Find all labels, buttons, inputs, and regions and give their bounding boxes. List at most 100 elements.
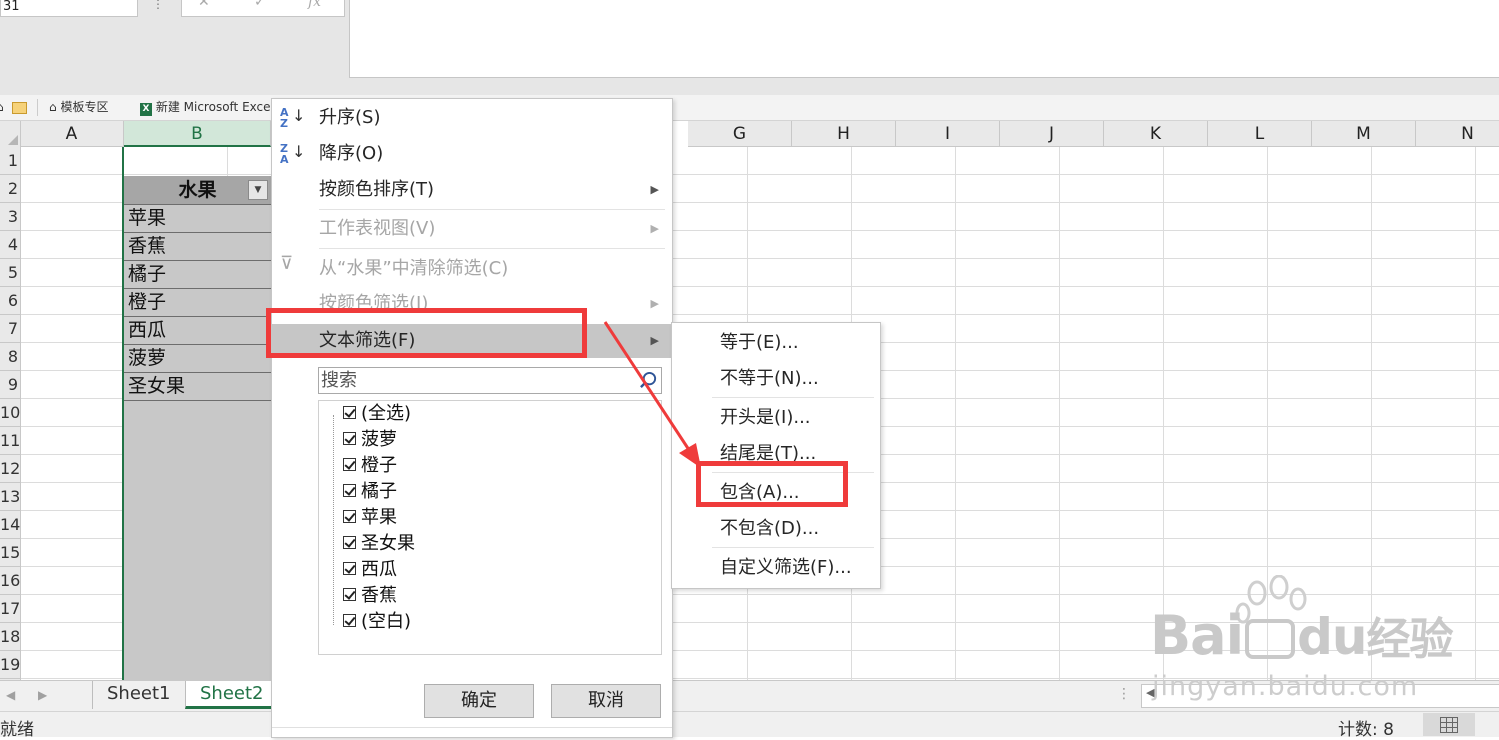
col-header-n[interactable]: N: [1416, 121, 1499, 147]
checkbox-checked-icon[interactable]: [343, 561, 356, 575]
menu-separator: [319, 248, 665, 249]
grid-view-icon: [1440, 717, 1458, 733]
checklist-item[interactable]: 橘子: [329, 479, 397, 505]
house-icon: ⌂: [49, 100, 57, 114]
col-header-l[interactable]: L: [1208, 121, 1312, 147]
row-header[interactable]: 4: [0, 231, 20, 259]
submenu-arrow-icon: ▶: [650, 297, 659, 310]
submenu-arrow-icon: ▶: [650, 183, 659, 196]
row-header[interactable]: 8: [0, 343, 20, 371]
bookmark-template[interactable]: ⌂ 模板专区: [49, 99, 108, 116]
name-box[interactable]: 31: [0, 0, 138, 17]
splitter-dots[interactable]: ⋮: [152, 0, 164, 10]
table-cell[interactable]: 西瓜: [128, 316, 166, 344]
checkbox-checked-icon[interactable]: [343, 457, 356, 471]
search-input[interactable]: [321, 369, 631, 392]
row-header[interactable]: 9: [0, 371, 20, 399]
checkbox-checked-icon[interactable]: [343, 587, 356, 601]
row-header[interactable]: 11: [0, 427, 20, 455]
col-header-a[interactable]: A: [20, 121, 124, 147]
row-header[interactable]: 14: [0, 511, 20, 539]
col-header-h[interactable]: H: [792, 121, 896, 147]
enter-icon[interactable]: ✓: [254, 0, 266, 10]
menu-separator: [712, 397, 874, 398]
menu-item-sort-descending[interactable]: Z A ↓ 降序(O): [272, 137, 672, 171]
watermark-url: jingyan.baidu.com: [1152, 671, 1419, 702]
row-header[interactable]: 19: [0, 651, 20, 679]
cell-border: [124, 400, 271, 401]
row-header[interactable]: 15: [0, 539, 20, 567]
row-header[interactable]: 2: [0, 175, 20, 203]
selection-border: [122, 147, 124, 680]
row-header[interactable]: 7: [0, 315, 20, 343]
row-header[interactable]: 12: [0, 455, 20, 483]
col-header-g[interactable]: G: [688, 121, 792, 147]
table-cell[interactable]: 苹果: [128, 204, 166, 232]
checkbox-checked-icon[interactable]: [343, 431, 356, 445]
row-header[interactable]: 17: [0, 595, 20, 623]
checkbox-checked-icon[interactable]: [343, 405, 356, 419]
tab-sheet2[interactable]: Sheet2: [185, 681, 278, 709]
col-header-m[interactable]: M: [1312, 121, 1416, 147]
menu-item-sheet-view: 工作表视图(V) ▶: [272, 212, 672, 246]
excel-icon: X: [140, 103, 152, 116]
folder-icon[interactable]: [12, 102, 27, 114]
row-header[interactable]: 3: [0, 203, 20, 231]
col-header-k[interactable]: K: [1104, 121, 1208, 147]
checkbox-checked-icon[interactable]: [343, 613, 356, 627]
filter-dropdown-button[interactable]: ▼: [248, 180, 268, 200]
menu-item-sort-by-color[interactable]: 按颜色排序(T) ▶: [272, 173, 672, 207]
checklist-item-select-all[interactable]: (全选): [329, 401, 411, 427]
row-header[interactable]: 10: [0, 399, 20, 427]
status-bar: 就绪 计数: 8: [0, 711, 1499, 740]
select-all-corner[interactable]: [0, 121, 21, 148]
tab-scroll-right-icon[interactable]: ▶: [38, 688, 47, 702]
col-header-i[interactable]: I: [896, 121, 1000, 147]
row-header[interactable]: 5: [0, 259, 20, 287]
row-header[interactable]: 13: [0, 483, 20, 511]
formula-buttons: ✕ ✓ fx: [181, 0, 345, 17]
paw-icon: [1245, 619, 1296, 660]
table-cell[interactable]: 香蕉: [128, 232, 166, 260]
table-cell[interactable]: 圣女果: [128, 372, 185, 400]
scroll-splitter[interactable]: ⋮: [1117, 686, 1131, 702]
row-header[interactable]: 18: [0, 623, 20, 651]
insert-function-icon[interactable]: fx: [308, 0, 321, 10]
row-header[interactable]: 1: [0, 147, 20, 175]
checkbox-checked-icon[interactable]: [343, 509, 356, 523]
menu-item-sort-ascending[interactable]: A Z ↓ 升序(S): [272, 101, 672, 135]
checklist-item[interactable]: 圣女果: [329, 531, 415, 557]
checkbox-checked-icon[interactable]: [343, 483, 356, 497]
submenu-item-does-not-contain[interactable]: 不包含(D)...: [672, 512, 880, 546]
tab-sheet1[interactable]: Sheet1: [92, 681, 185, 709]
checklist-item[interactable]: 橙子: [329, 453, 397, 479]
checklist-item[interactable]: 苹果: [329, 505, 397, 531]
table-cell[interactable]: 菠萝: [128, 344, 166, 372]
annotation-box-contains: [696, 461, 848, 507]
checklist-item-blank[interactable]: (空白): [329, 609, 411, 635]
row-header[interactable]: 16: [0, 567, 20, 595]
status-count: 计数: 8: [1338, 720, 1394, 740]
status-ready: 就绪: [0, 720, 34, 740]
sort-ascending-icon: A Z ↓: [280, 106, 306, 130]
sort-descending-icon: Z A ↓: [280, 142, 306, 166]
cancel-button[interactable]: 取消: [551, 684, 661, 718]
tab-scroll-left-icon[interactable]: ◀: [6, 688, 15, 702]
table-cell[interactable]: 橙子: [128, 288, 166, 316]
row-header[interactable]: 6: [0, 287, 20, 315]
checklist-item[interactable]: 菠萝: [329, 427, 397, 453]
col-header-b[interactable]: B: [124, 121, 271, 147]
cancel-icon[interactable]: ✕: [198, 0, 210, 10]
menu-item-clear-filter: ⊽ 从“水果”中清除筛选(C): [272, 252, 672, 286]
bookmark-excel[interactable]: X 新建 Microsoft Exce: [140, 99, 271, 116]
checkbox-checked-icon[interactable]: [343, 535, 356, 549]
checklist-item[interactable]: 西瓜: [329, 557, 397, 583]
menu-separator: [712, 547, 874, 548]
col-header-j[interactable]: J: [1000, 121, 1104, 147]
checklist-item[interactable]: 香蕉: [329, 583, 397, 609]
home-icon[interactable]: ⌂: [0, 99, 4, 116]
ok-button[interactable]: 确定: [424, 684, 534, 718]
table-cell[interactable]: 橘子: [128, 260, 166, 288]
submenu-item-custom-filter[interactable]: 自定义筛选(F)...: [672, 551, 880, 585]
formula-input[interactable]: [349, 0, 1499, 78]
